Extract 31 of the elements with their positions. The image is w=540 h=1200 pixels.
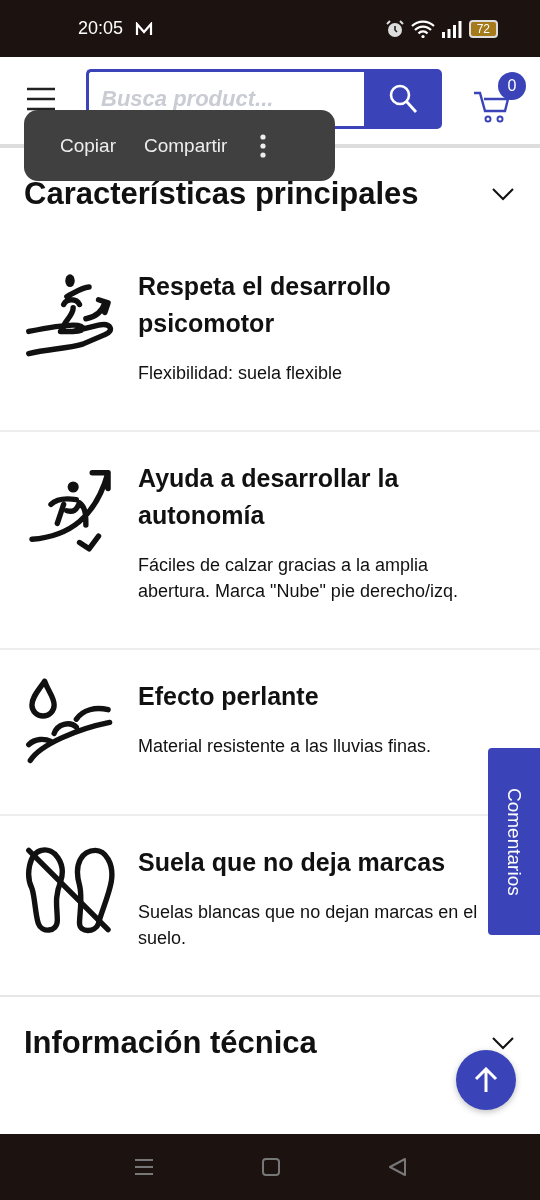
chevron-down-icon[interactable] [492,1036,514,1050]
cart-count-badge: 0 [498,71,526,100]
mail-icon [135,21,154,36]
wifi-icon [410,19,435,38]
comments-tab[interactable]: Comentarios [488,748,540,935]
chevron-down-icon[interactable] [492,187,514,201]
feature-description: Material resistente a las lluvias finas. [138,735,433,758]
back-icon[interactable] [387,1157,407,1177]
feature-title: Respeta el desarrollo psicomotor [138,271,392,339]
menu-icon[interactable] [26,86,56,111]
menu-item[interactable]: Copiar [46,126,130,165]
feature-title: Efecto perlante [138,681,320,712]
search-button[interactable] [364,68,442,129]
home-icon[interactable] [261,1157,281,1177]
feature-description: Flexibilidad: suela flexible [138,362,344,385]
signal-icon [440,19,463,38]
feature-description: Fáciles de calzar gracias a la amplia abertura. Marca "Nube" pie derecho/izq. [138,554,459,603]
section-title[interactable]: Información técnica [24,1025,317,1061]
arrow-up-icon [474,1067,498,1093]
search-icon [387,82,419,115]
feature-title: Suela que no deja marcas [138,847,447,878]
more-icon[interactable] [259,133,268,158]
menu-item[interactable]: Compartir [130,126,242,165]
feature-title: Ayuda a desarrollar la autonomía [138,463,400,531]
recent-apps-icon[interactable] [133,1157,155,1177]
clock-time: 20:05 [78,18,124,39]
back-to-top-button[interactable] [456,1050,516,1110]
feature-description: Suelas blancas que no dejan marcas en el suelo. [138,901,479,950]
crossed-footprints-icon [24,844,116,936]
battery-level: 72 [468,19,498,38]
alarm-icon [384,18,405,39]
